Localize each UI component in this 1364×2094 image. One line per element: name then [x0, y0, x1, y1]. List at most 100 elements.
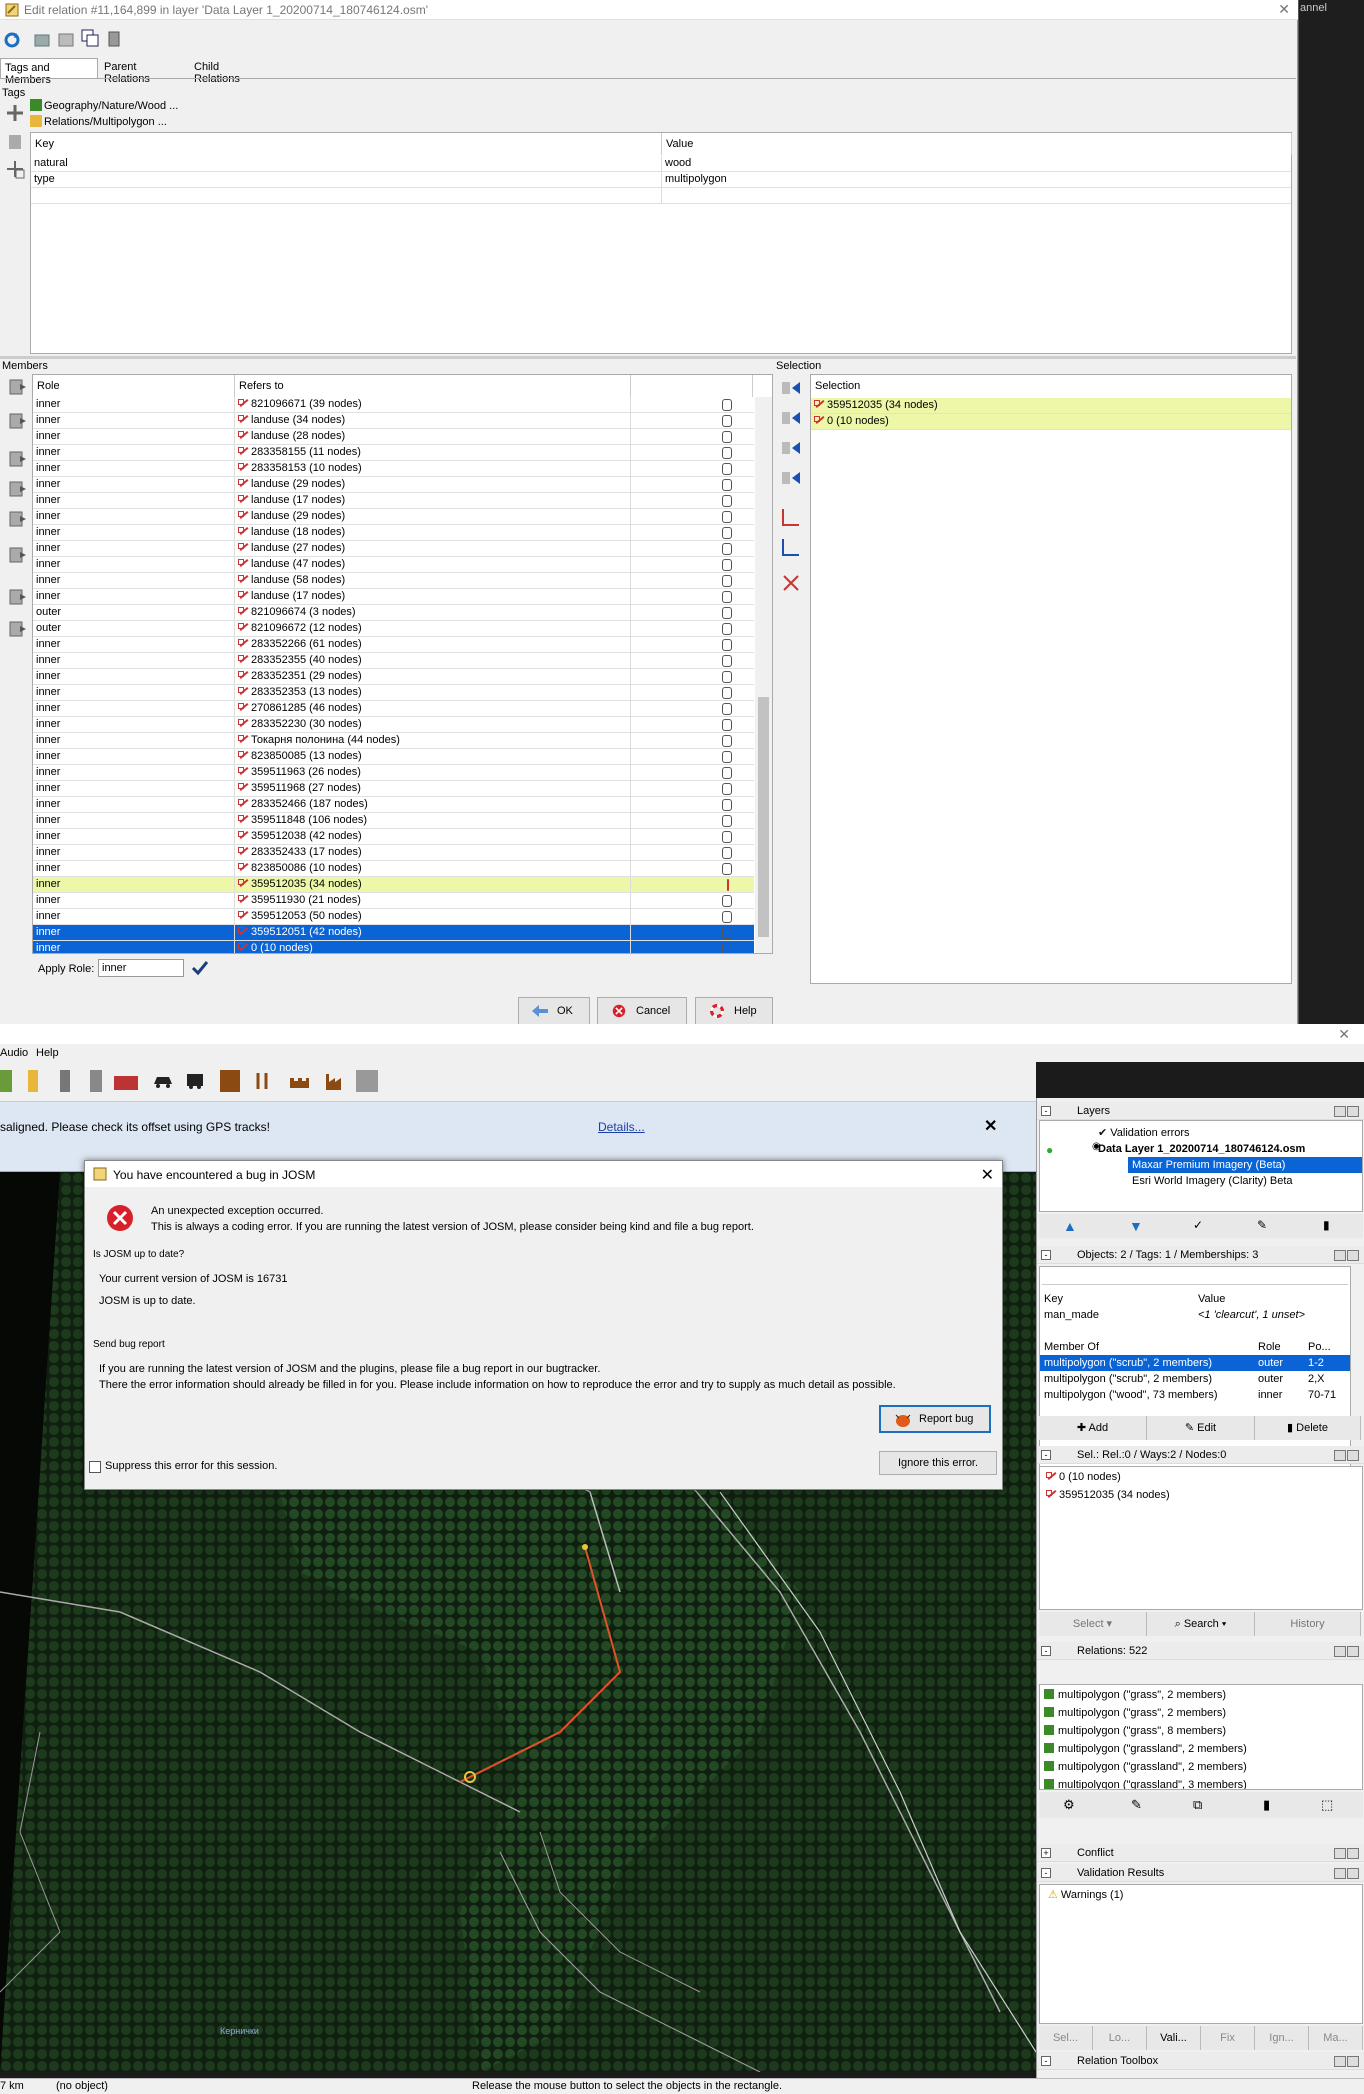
member-role[interactable]: inner [33, 397, 235, 413]
member-role[interactable]: inner [33, 877, 235, 893]
download-members-icon[interactable] [6, 586, 28, 608]
member-refers-to[interactable]: 359511968 (27 nodes) [235, 781, 631, 797]
tag-row[interactable]: natural wood [31, 156, 1291, 172]
delete-layer-icon[interactable]: ▮ [1323, 1218, 1330, 1232]
membership-row[interactable]: multipolygon ("wood", 73 members) inner … [1040, 1387, 1350, 1403]
panel-window-buttons[interactable] [1333, 1867, 1361, 1879]
brick-wall-icon[interactable] [114, 1076, 138, 1090]
split-handle[interactable] [0, 356, 1296, 359]
member-row[interactable]: inner 283352353 (13 nodes) [33, 685, 754, 701]
member-row[interactable]: inner 283358153 (10 nodes) [33, 461, 754, 477]
member-role[interactable]: inner [33, 733, 235, 749]
bug-dialog-close-icon[interactable]: ✕ [981, 1165, 994, 1185]
help-button[interactable]: Help [695, 997, 773, 1025]
close-icon[interactable]: ✕ [1278, 1, 1290, 18]
member-role[interactable]: outer [33, 605, 235, 621]
member-role[interactable]: inner [33, 509, 235, 525]
obj-tag-value[interactable]: <1 'clearcut', 1 unset> [1198, 1307, 1305, 1323]
relation-row[interactable]: multipolygon ("grass", 8 members) [1044, 1723, 1226, 1739]
member-role[interactable]: inner [33, 893, 235, 909]
tag-row[interactable]: type multipolygon [31, 172, 1291, 188]
member-row[interactable]: inner landuse (29 nodes) [33, 509, 754, 525]
member-row[interactable]: inner landuse (17 nodes) [33, 493, 754, 509]
collapse-toggle-icon[interactable]: - [1041, 1250, 1051, 1260]
menu-help[interactable]: Help [36, 1047, 59, 1059]
edit-tag-button[interactable]: ✎ Edit [1147, 1416, 1255, 1440]
tags-panel-title[interactable]: - Objects: 2 / Tags: 1 / Memberships: 3 [1037, 1246, 1364, 1264]
member-refers-to[interactable]: 359511848 (106 nodes) [235, 813, 631, 829]
tag-key[interactable]: natural [31, 156, 662, 172]
tag-value[interactable]: wood [662, 156, 1291, 172]
member-role[interactable]: outer [33, 621, 235, 637]
member-refers-to[interactable]: landuse (28 nodes) [235, 429, 631, 445]
relation-row[interactable]: multipolygon ("grassland", 3 members) [1044, 1777, 1247, 1789]
delete-tag-button[interactable]: ▮ Delete [1255, 1416, 1361, 1440]
member-connection-header[interactable] [631, 375, 753, 397]
member-row[interactable]: inner 823850085 (13 nodes) [33, 749, 754, 765]
move-down-icon[interactable] [6, 410, 28, 432]
dialog-tab[interactable]: Sel... [1039, 2026, 1093, 2050]
layer-row-selected[interactable]: Maxar Premium Imagery (Beta) [1128, 1157, 1362, 1173]
add-tag-icon[interactable] [4, 102, 26, 124]
disabled-tool-icon[interactable] [356, 1070, 378, 1092]
download-incomplete-icon[interactable] [6, 618, 28, 640]
member-role[interactable]: inner [33, 845, 235, 861]
member-row[interactable]: inner 283352355 (40 nodes) [33, 653, 754, 669]
add-selected-last-icon[interactable] [780, 468, 802, 490]
collapse-toggle-icon[interactable]: - [1041, 2056, 1051, 2066]
member-role[interactable]: inner [33, 701, 235, 717]
member-row[interactable]: inner 359511848 (106 nodes) [33, 813, 754, 829]
obj-tag-key-header[interactable]: Key [1044, 1291, 1063, 1307]
delete-relation-icon[interactable]: ▮ [1263, 1797, 1270, 1813]
add-selected-first-icon[interactable] [780, 378, 802, 400]
castle-icon[interactable] [288, 1070, 310, 1092]
collapse-toggle-icon[interactable]: - [1041, 1646, 1051, 1656]
membership-row-selected[interactable]: multipolygon ("scrub", 2 members) outer … [1040, 1355, 1350, 1371]
member-role[interactable]: inner [33, 557, 235, 573]
member-row[interactable]: inner landuse (34 nodes) [33, 413, 754, 429]
member-refers-to[interactable]: 283352351 (29 nodes) [235, 669, 631, 685]
obj-tag-key[interactable]: man_made [1044, 1307, 1099, 1323]
member-refers-to[interactable]: 821096672 (12 nodes) [235, 621, 631, 637]
suppress-error-checkbox[interactable] [89, 1461, 101, 1473]
main-close-icon[interactable]: ✕ [1338, 1026, 1350, 1043]
member-refers-to[interactable]: 270861285 (46 nodes) [235, 701, 631, 717]
selection-row[interactable]: 0 (10 nodes) [811, 414, 1291, 430]
member-role[interactable]: inner [33, 813, 235, 829]
member-role[interactable]: inner [33, 653, 235, 669]
member-refers-to[interactable]: landuse (58 nodes) [235, 573, 631, 589]
apply-icon[interactable] [32, 30, 52, 50]
panel-window-buttons[interactable] [1333, 1847, 1361, 1859]
member-refers-to[interactable]: 283352433 (17 nodes) [235, 845, 631, 861]
select-members-icon[interactable] [780, 506, 802, 528]
member-refers-to[interactable]: 821096674 (3 nodes) [235, 605, 631, 621]
select-member-icon[interactable] [780, 536, 802, 558]
member-role[interactable]: inner [33, 525, 235, 541]
ok-button[interactable]: OK [518, 997, 590, 1025]
panel-window-buttons[interactable] [1333, 1645, 1361, 1657]
dialog-tab[interactable]: Ign... [1255, 2026, 1309, 2050]
tab-parent-relations[interactable]: Parent Relations [100, 58, 188, 85]
member-role[interactable]: inner [33, 829, 235, 845]
select-button[interactable]: Select ▾ [1039, 1612, 1147, 1636]
menu-audio[interactable]: Audio [0, 1047, 28, 1059]
new-relation-icon[interactable]: ⚙ [1063, 1797, 1075, 1813]
panel-window-buttons[interactable] [1333, 1449, 1361, 1461]
member-row[interactable]: inner 359511968 (27 nodes) [33, 781, 754, 797]
member-refers-to[interactable]: 283352355 (40 nodes) [235, 653, 631, 669]
tag-filter-input[interactable] [1042, 1267, 1348, 1285]
move-down-icon[interactable]: ▼ [1129, 1218, 1143, 1234]
tag-key-empty[interactable] [31, 188, 662, 204]
tag-row-empty[interactable] [31, 188, 1291, 204]
tab-child-relations[interactable]: Child Relations [190, 58, 270, 85]
member-refers-to[interactable]: 821096671 (39 nodes) [235, 397, 631, 413]
member-row[interactable]: outer 821096674 (3 nodes) [33, 605, 754, 621]
history-button[interactable]: History [1255, 1612, 1361, 1636]
member-role[interactable]: inner [33, 925, 235, 941]
member-row[interactable]: inner 270861285 (46 nodes) [33, 701, 754, 717]
traffic-light-icon[interactable] [28, 1070, 38, 1092]
collapse-toggle-icon[interactable]: - [1041, 1106, 1051, 1116]
member-row[interactable]: inner 359512035 (34 nodes) [33, 877, 754, 893]
selection-list-item[interactable]: 0 (10 nodes) [1046, 1469, 1121, 1485]
paste-tags-icon[interactable] [4, 158, 26, 180]
